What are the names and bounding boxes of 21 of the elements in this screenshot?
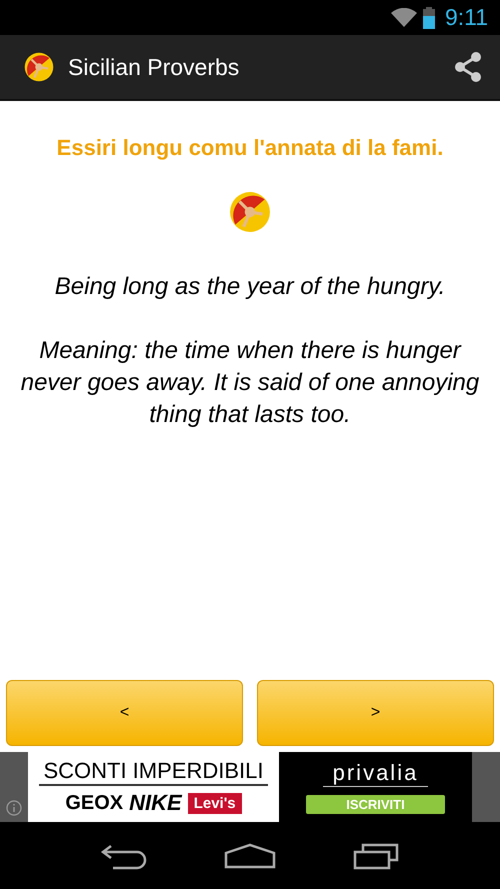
share-icon: [452, 51, 484, 83]
recent-apps-icon[interactable]: [353, 842, 402, 870]
clock-time: 9:11: [444, 4, 488, 31]
advertiser-logo: privalia: [322, 760, 428, 787]
nav-button[interactable]: <: [6, 680, 243, 746]
brand-logo: NIKE: [129, 790, 182, 816]
ad-headline: SCONTI IMPERDIBILI: [39, 758, 268, 786]
wifi-icon: [390, 8, 417, 28]
sicily-flag-icon: [229, 191, 271, 233]
brand-logo: GEOX: [65, 792, 124, 814]
translation-text: Being long as the year of the hungry.: [54, 273, 446, 301]
proverb-title: Essiri longu comu l'annata di la fami.: [56, 135, 444, 161]
battery-icon: [422, 6, 435, 28]
info-icon[interactable]: [6, 800, 22, 816]
app-title: Sicilian Proverbs: [68, 54, 240, 80]
sicily-flag-icon: [24, 52, 54, 82]
ad-banner[interactable]: SCONTI IMPERDIBILI GEOX NIKE Levi's privalia ISCRIVITI: [0, 752, 500, 822]
nav-button[interactable]: >: [257, 680, 494, 746]
meaning-text: Meaning: the time when there is hunger never goes away. It is said of one annoying thing that lasts too.: [20, 336, 480, 430]
home-icon[interactable]: [224, 842, 276, 868]
brand-logo: Levi's: [188, 792, 242, 814]
